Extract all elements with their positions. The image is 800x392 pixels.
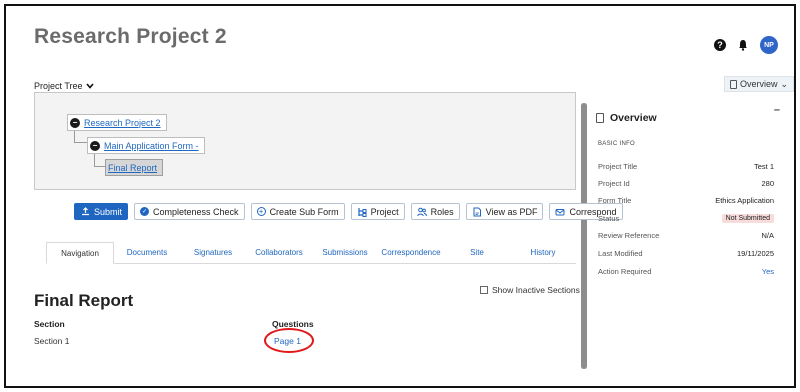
create-sub-form-button[interactable]: + Create Sub Form — [250, 203, 345, 220]
section-title: Final Report — [34, 291, 134, 310]
tab-submissions[interactable]: Submissions — [312, 242, 378, 263]
hierarchy-icon — [357, 207, 367, 217]
tab-bar: Navigation Documents Signatures Collabor… — [46, 242, 576, 264]
users-icon — [416, 207, 427, 217]
completeness-check-label: Completeness Check — [153, 206, 239, 217]
tree-link-final-report[interactable]: Final Report — [108, 163, 157, 173]
info-value: Test 1 — [753, 161, 774, 171]
pdf-icon — [472, 207, 482, 217]
action-toolbar: Submit ✓ Completeness Check + Create Sub… — [74, 203, 623, 220]
project-button[interactable]: Project — [350, 203, 405, 220]
top-icons: ? NP — [714, 36, 778, 54]
tree-node-final-report[interactable]: Final Report — [105, 159, 164, 176]
bell-icon[interactable] — [738, 39, 748, 51]
action-required-link[interactable]: Yes — [762, 267, 774, 276]
table-cell-section: Section 1 — [34, 336, 70, 346]
view-as-pdf-button[interactable]: View as PDF — [465, 203, 544, 220]
basic-info-heading: BASIC INFO — [598, 141, 636, 147]
info-label: Last Modified — [598, 248, 643, 258]
overview-panel: – Overview BASIC INFO Project Title Test… — [592, 102, 786, 292]
tree-link-research-project[interactable]: Research Project 2 — [84, 118, 161, 128]
info-row: Review Reference N/A — [598, 229, 774, 241]
plus-circle-icon: + — [256, 207, 266, 216]
chevron-down-icon — [85, 82, 94, 91]
tab-correspondence[interactable]: Correspondence — [378, 242, 444, 263]
collapse-icon[interactable]: − — [90, 140, 100, 151]
tab-site[interactable]: Site — [444, 242, 510, 263]
roles-button[interactable]: Roles — [410, 203, 460, 220]
tree-node-research-project[interactable]: − Research Project 2 — [67, 114, 167, 131]
page-title: Research Project 2 — [34, 25, 227, 48]
info-row: Action Required Yes — [598, 265, 774, 277]
info-label: Form Title — [598, 195, 632, 205]
collapse-panel-icon[interactable]: – — [774, 104, 780, 116]
document-icon — [729, 79, 737, 89]
status-badge: Not Submitted — [721, 213, 774, 223]
tree-node-main-application-form[interactable]: − Main Application Form - — [87, 137, 205, 154]
info-row: Form Title Ethics Application — [598, 194, 774, 206]
info-label: Project Id — [598, 178, 630, 188]
check-circle-icon: ✓ — [140, 207, 150, 216]
info-value: N/A — [761, 230, 774, 240]
info-value: Ethics Application — [715, 195, 774, 205]
project-label: Project — [370, 206, 399, 217]
info-value: 280 — [761, 178, 774, 188]
info-label: Action Required — [598, 266, 652, 276]
view-as-pdf-label: View as PDF — [485, 206, 538, 217]
info-label: Review Reference — [598, 230, 660, 240]
document-icon — [596, 113, 604, 123]
column-header-section: Section — [34, 319, 65, 329]
roles-label: Roles — [430, 206, 454, 217]
project-tree-toggle[interactable]: Project Tree — [34, 81, 94, 91]
avatar[interactable]: NP — [760, 36, 778, 54]
tab-navigation[interactable]: Navigation — [46, 242, 114, 264]
tab-collaborators[interactable]: Collaborators — [246, 242, 312, 263]
scrollbar[interactable] — [581, 103, 587, 369]
highlight-annotation — [264, 328, 314, 353]
overview-tab[interactable]: Overview ⌄ — [724, 76, 794, 92]
info-label: Project Title — [598, 161, 638, 171]
project-tree-label: Project Tree — [34, 81, 83, 91]
info-label: Status — [598, 213, 620, 223]
help-icon[interactable]: ? — [714, 39, 726, 51]
overview-panel-header: Overview — [596, 112, 657, 124]
create-sub-form-label: Create Sub Form — [269, 206, 339, 217]
tab-signatures[interactable]: Signatures — [180, 242, 246, 263]
tab-history[interactable]: History — [510, 242, 576, 263]
upload-icon — [80, 207, 90, 217]
show-inactive-label: Show Inactive Sections — [492, 285, 580, 295]
tab-documents[interactable]: Documents — [114, 242, 180, 263]
overview-panel-title: Overview — [610, 112, 657, 124]
info-value: 19/11/2025 — [737, 248, 774, 258]
tree-link-main-application-form[interactable]: Main Application Form - — [104, 141, 199, 151]
overview-tab-arrow-icon: ⌄ — [780, 78, 789, 89]
completeness-check-button[interactable]: ✓ Completeness Check — [134, 203, 245, 220]
show-inactive-toggle[interactable]: Show Inactive Sections — [480, 285, 580, 295]
info-row: Status Not Submitted — [598, 212, 774, 224]
info-row: Project Id 280 — [598, 177, 774, 189]
submit-label: Submit — [94, 206, 123, 217]
collapse-icon[interactable]: − — [70, 117, 80, 128]
info-row: Project Title Test 1 — [598, 160, 774, 172]
mail-icon — [555, 207, 565, 217]
app-frame: Research Project 2 ? NP Overview ⌄ Proje… — [4, 4, 796, 388]
overview-tab-label: Overview — [739, 79, 778, 89]
submit-button[interactable]: Submit — [74, 203, 129, 220]
show-inactive-checkbox[interactable] — [480, 286, 488, 294]
info-row: Last Modified 19/11/2025 — [598, 247, 774, 259]
project-tree-panel: − Research Project 2 − Main Application … — [34, 92, 576, 190]
scrollbar-thumb[interactable] — [581, 103, 587, 369]
